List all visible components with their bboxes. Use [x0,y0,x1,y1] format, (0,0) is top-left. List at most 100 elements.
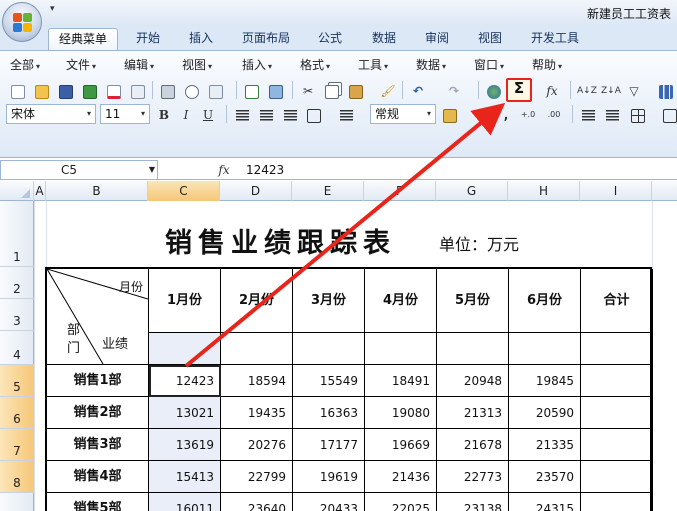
column-header-i[interactable]: I [580,181,652,201]
value-cell[interactable]: 23640 [221,493,293,511]
tab-view[interactable]: 视图 [470,28,510,50]
value-cell[interactable]: 20590 [509,397,581,429]
month-header-cell[interactable]: 2月份 [221,269,293,333]
export-button[interactable] [80,80,100,100]
total-cell[interactable] [581,365,653,397]
row-header-3[interactable]: 3 [0,299,34,331]
empty-cell[interactable] [221,333,293,365]
value-cell[interactable]: 21313 [437,397,509,429]
value-cell[interactable]: 18491 [365,365,437,397]
menu-help[interactable]: 帮助 ▾ [532,57,562,74]
align-center-button[interactable] [256,104,276,124]
tab-review[interactable]: 审阅 [417,28,457,50]
value-cell[interactable]: 21335 [509,429,581,461]
number-format-select[interactable]: 常规 ▾ [370,104,436,124]
select-all-corner[interactable] [0,181,34,201]
column-header-c[interactable]: C [148,181,220,201]
chart-wizard-button[interactable] [656,80,676,100]
value-cell[interactable]: 20948 [437,365,509,397]
tab-formulas[interactable]: 公式 [310,28,350,50]
column-header-h[interactable]: H [508,181,580,201]
empty-cell[interactable] [365,333,437,365]
spelling-button[interactable] [242,80,262,100]
research-book-button[interactable] [266,80,286,100]
comma-style-button[interactable]: , [496,104,516,124]
value-cell[interactable]: 12423 [149,365,221,397]
dept-cell[interactable]: 销售1部 [47,365,149,397]
value-cell[interactable]: 21678 [437,429,509,461]
column-header-d[interactable]: D [220,181,292,201]
menu-tools[interactable]: 工具 ▾ [358,57,388,74]
merge-center-button[interactable] [304,104,324,124]
increase-indent-button[interactable] [602,104,622,124]
menu-window[interactable]: 窗口 ▾ [474,57,504,74]
underline-button[interactable]: U [198,104,218,124]
column-header-g[interactable]: G [436,181,508,201]
total-cell[interactable] [581,493,653,511]
row-header-4[interactable]: 4 [0,331,34,365]
save-button[interactable] [56,80,76,100]
column-header-f[interactable]: F [364,181,436,201]
menu-edit[interactable]: 编辑 ▾ [124,57,154,74]
column-header-a[interactable]: A [34,181,46,201]
autosum-button[interactable]: Σ [506,78,532,102]
tab-insert[interactable]: 插入 [181,28,221,50]
name-box[interactable]: C5 ▼ [0,160,158,180]
empty-cell[interactable] [149,333,221,365]
total-cell[interactable] [581,429,653,461]
row-header-5[interactable]: 5 [0,365,34,397]
sort-ascending-button[interactable]: A↓Z [576,80,597,100]
insert-function-button[interactable]: fx [542,80,562,100]
month-header-cell[interactable]: 6月份 [509,269,581,333]
fill-color-button[interactable] [660,104,677,124]
italic-button[interactable]: I [176,104,196,124]
value-cell[interactable]: 15413 [149,461,221,493]
value-cell[interactable]: 23570 [509,461,581,493]
value-cell[interactable]: 17177 [293,429,365,461]
dept-cell[interactable]: 销售3部 [47,429,149,461]
empty-cell[interactable] [509,333,581,365]
worksheet[interactable]: 销售业绩跟踪表 单位：万元 月份 部 门 业绩 1月份 2月份 3月份 4月份 5月份 6… [34,201,677,511]
month-header-cell[interactable]: 5月份 [437,269,509,333]
paste-button[interactable] [346,80,366,100]
value-cell[interactable]: 21436 [365,461,437,493]
value-cell[interactable]: 16363 [293,397,365,429]
menu-file[interactable]: 文件 ▾ [66,57,96,74]
print-button[interactable] [158,80,178,100]
decrease-indent-button[interactable] [578,104,598,124]
align-right-button[interactable] [280,104,300,124]
filter-button[interactable]: ▽ [624,80,644,100]
font-size-select[interactable]: 11 ▾ [100,104,150,124]
research-button[interactable] [206,80,226,100]
value-cell[interactable]: 19435 [221,397,293,429]
decrease-decimal-button[interactable]: .00 [544,104,564,124]
value-cell[interactable]: 20276 [221,429,293,461]
currency-format-button[interactable] [440,104,460,124]
dept-cell[interactable]: 销售2部 [47,397,149,429]
row-header-8[interactable]: 8 [0,461,34,493]
value-cell[interactable]: 22799 [221,461,293,493]
hyperlink-button[interactable] [484,80,504,100]
tab-home[interactable]: 开始 [128,28,168,50]
value-cell[interactable]: 20433 [293,493,365,511]
menu-all[interactable]: 全部 ▾ [10,57,40,74]
value-cell[interactable]: 16011 [149,493,221,511]
value-cell[interactable]: 13619 [149,429,221,461]
copy-button[interactable] [322,80,342,100]
insert-function-icon[interactable]: fx [210,161,238,179]
row-header-7[interactable]: 7 [0,429,34,461]
value-cell[interactable]: 19845 [509,365,581,397]
dept-cell[interactable]: 销售4部 [47,461,149,493]
row-header-1[interactable]: 1 [0,201,34,267]
cut-button[interactable]: ✂ [298,80,318,100]
menu-format[interactable]: 格式 ▾ [300,57,330,74]
font-name-select[interactable]: 宋体 ▾ [6,104,96,124]
column-header-b[interactable]: B [46,181,148,201]
borders-button[interactable] [628,104,648,124]
new-document-button[interactable] [8,80,28,100]
bold-button[interactable]: B [154,104,174,124]
tab-data[interactable]: 数据 [364,28,404,50]
tab-page-layout[interactable]: 页面布局 [236,28,296,50]
undo-button[interactable]: ↶ [408,80,428,100]
menu-view[interactable]: 视图 ▾ [182,57,212,74]
